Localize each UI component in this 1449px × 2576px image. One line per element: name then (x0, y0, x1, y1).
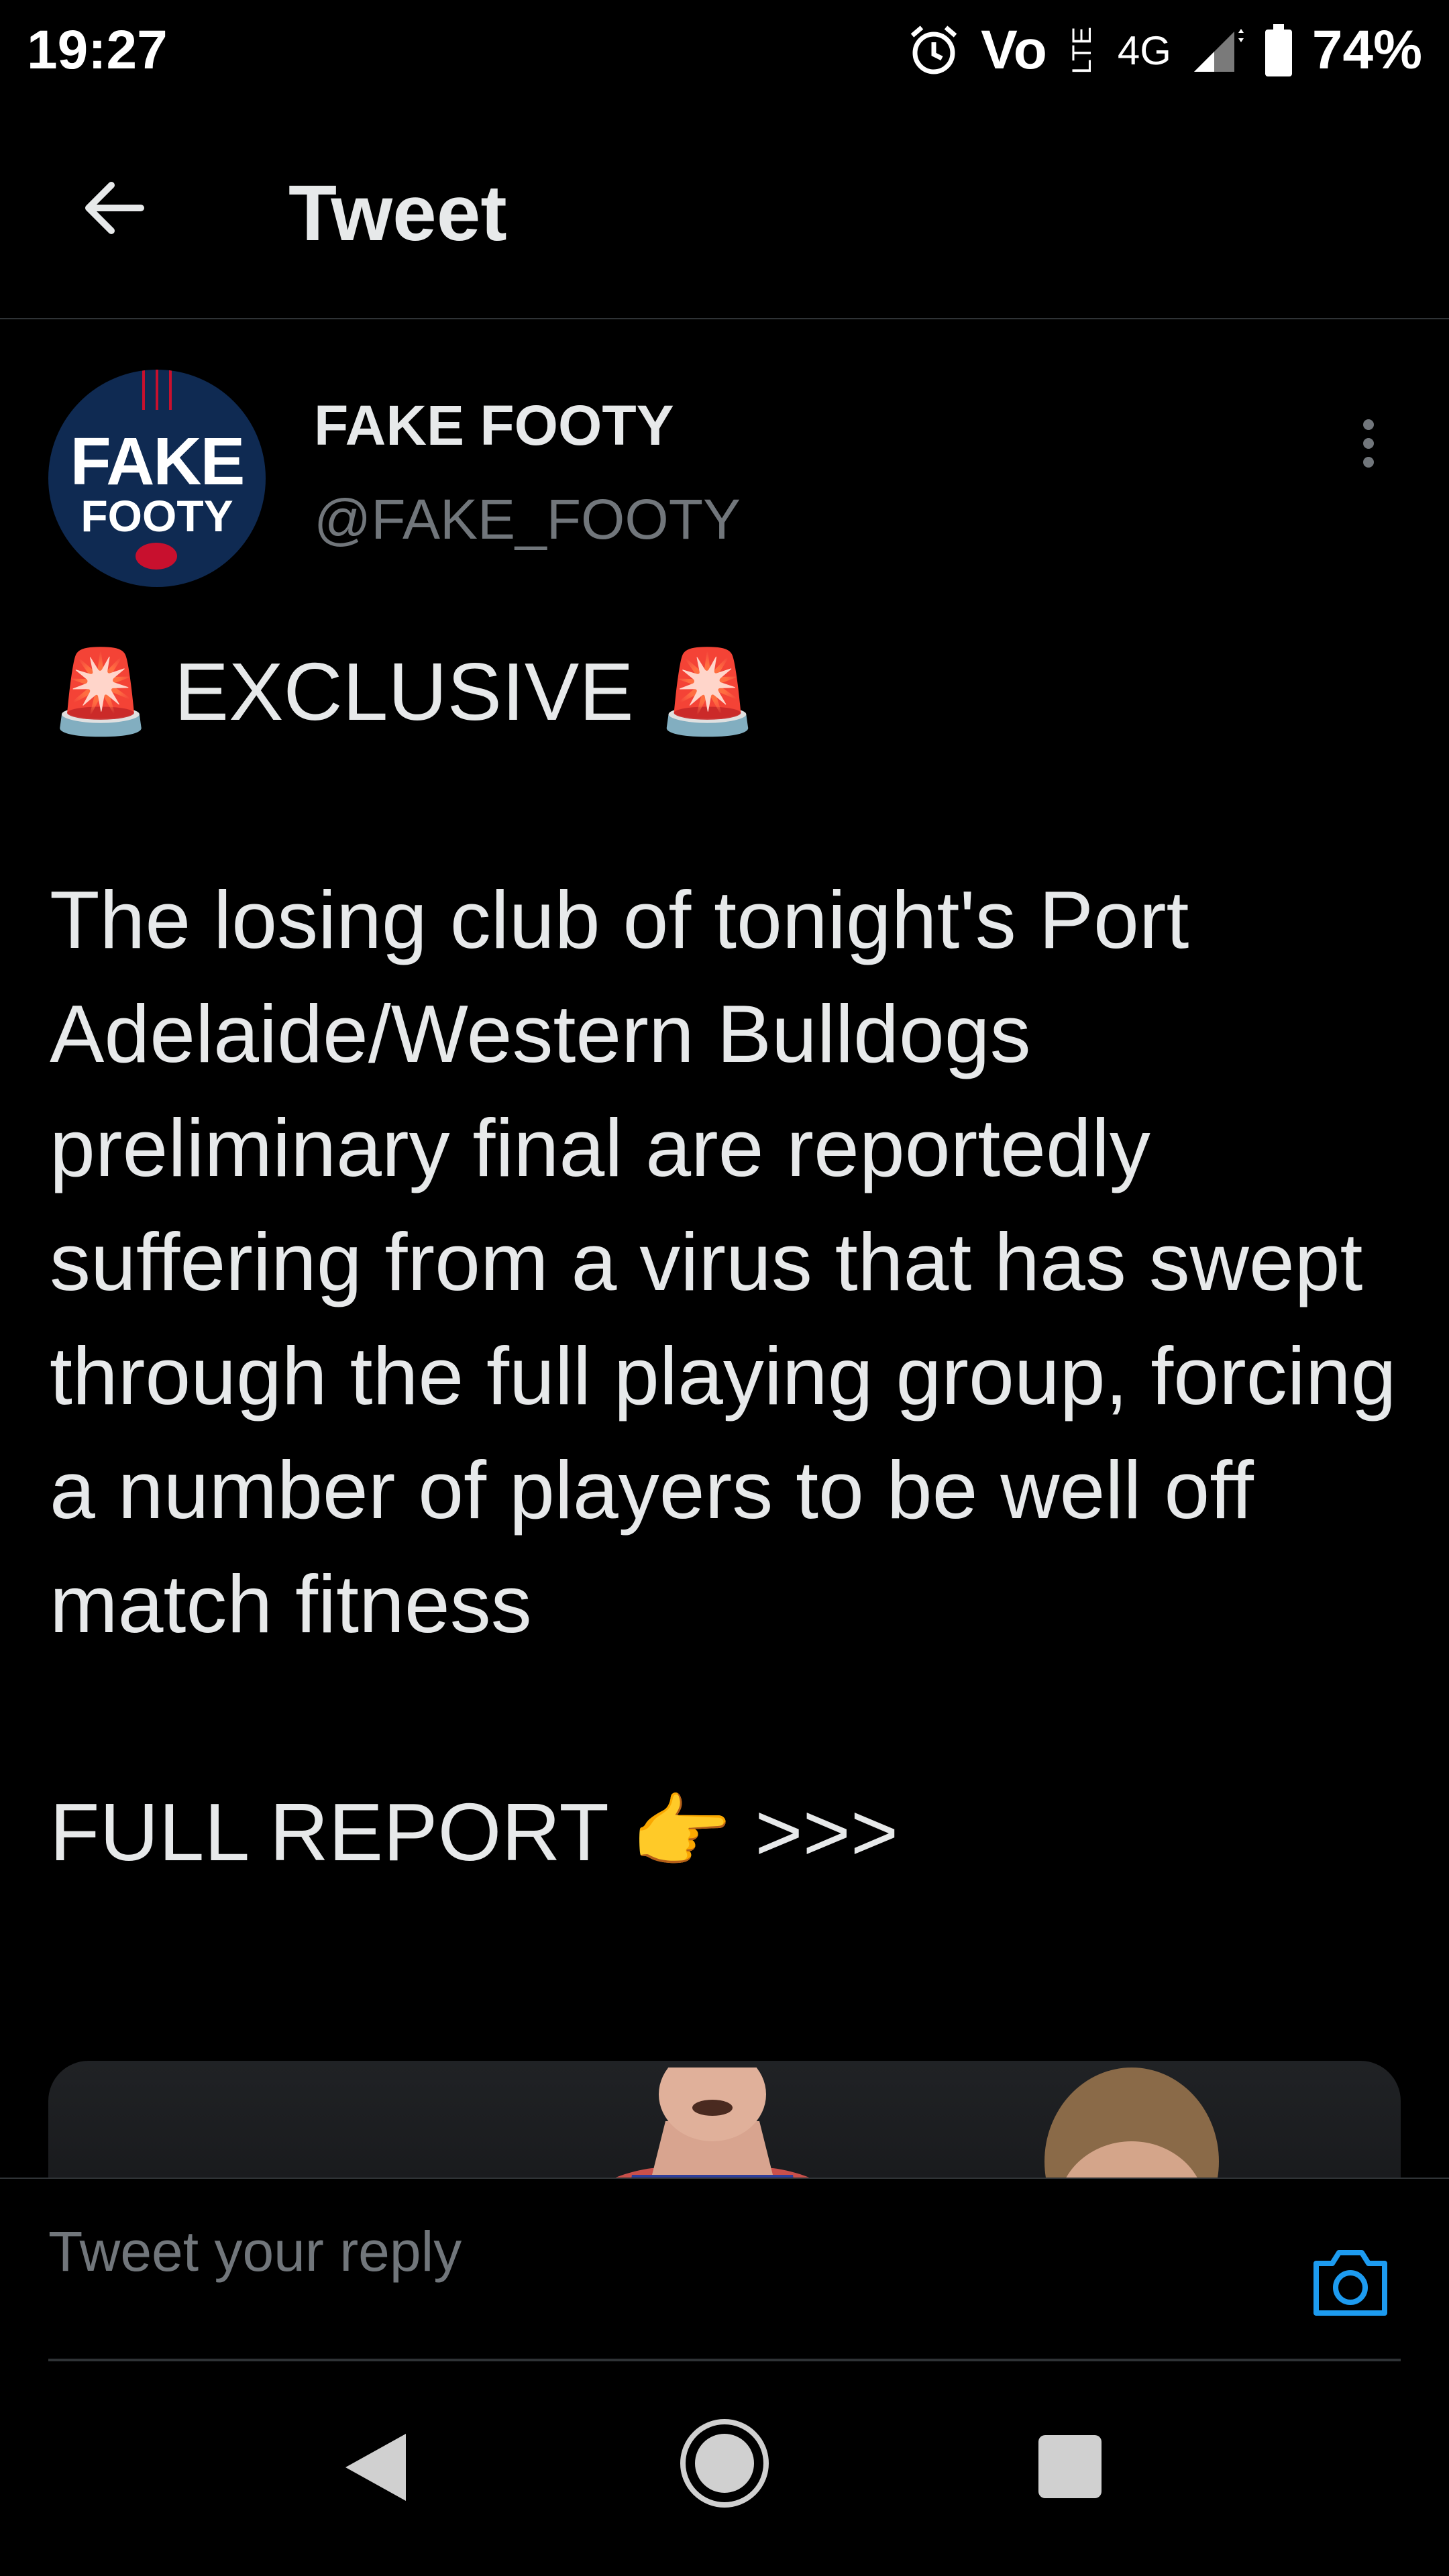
lte-label: LTE (1067, 26, 1097, 74)
signal-icon (1193, 29, 1244, 72)
status-bar: 19:27 Vo LTE 4G 74% (0, 0, 1449, 101)
avatar-logo-text: FAKE (70, 424, 246, 499)
avatar-stripe (142, 370, 145, 410)
dot-icon (1363, 457, 1374, 468)
tweet: FAKE FOOTY FAKE FOOTY @FAKE_FOOTY 🚨 EXCL… (0, 319, 1449, 2178)
dot-icon (1363, 438, 1374, 449)
tweet-media-image[interactable] (48, 2061, 1401, 2178)
player-image (1044, 2068, 1219, 2178)
nav-back-icon[interactable] (339, 2427, 413, 2508)
page-title: Tweet (288, 169, 507, 258)
status-icons: Vo LTE 4G 74% (907, 19, 1422, 82)
back-arrow-icon (85, 182, 144, 234)
author-name[interactable]: FAKE FOOTY (314, 393, 674, 458)
system-nav-bar (0, 2368, 1449, 2576)
player-image (615, 2068, 810, 2178)
reply-divider (48, 2359, 1401, 2361)
avatar[interactable]: FAKE FOOTY (48, 370, 266, 587)
volte-label: Vo (981, 19, 1047, 80)
more-options-button[interactable] (1348, 400, 1389, 487)
author-handle[interactable]: @FAKE_FOOTY (314, 487, 741, 552)
nav-home-icon[interactable] (678, 2416, 771, 2510)
avatar-logo-subtext: FOOTY (80, 491, 233, 541)
network-label: 4G (1117, 28, 1171, 73)
football-icon (136, 543, 177, 570)
alarm-icon (910, 25, 957, 74)
battery-percent: 74% (1311, 19, 1422, 80)
app-header: Tweet (0, 101, 1449, 319)
reply-input[interactable]: Tweet your reply (48, 2219, 1256, 2284)
nav-recents-icon[interactable] (1038, 2435, 1102, 2498)
avatar-stripe (156, 370, 158, 410)
tweet-text: 🚨 EXCLUSIVE 🚨 The losing club of tonight… (50, 646, 1397, 1878)
camera-icon[interactable] (1308, 2241, 1393, 2325)
avatar-stripe (169, 370, 172, 410)
battery-icon (1265, 24, 1292, 76)
reply-bar: Tweet your reply (0, 2178, 1449, 2365)
back-button[interactable] (70, 164, 158, 252)
status-time: 19:27 (27, 19, 168, 80)
dot-icon (1363, 419, 1374, 430)
